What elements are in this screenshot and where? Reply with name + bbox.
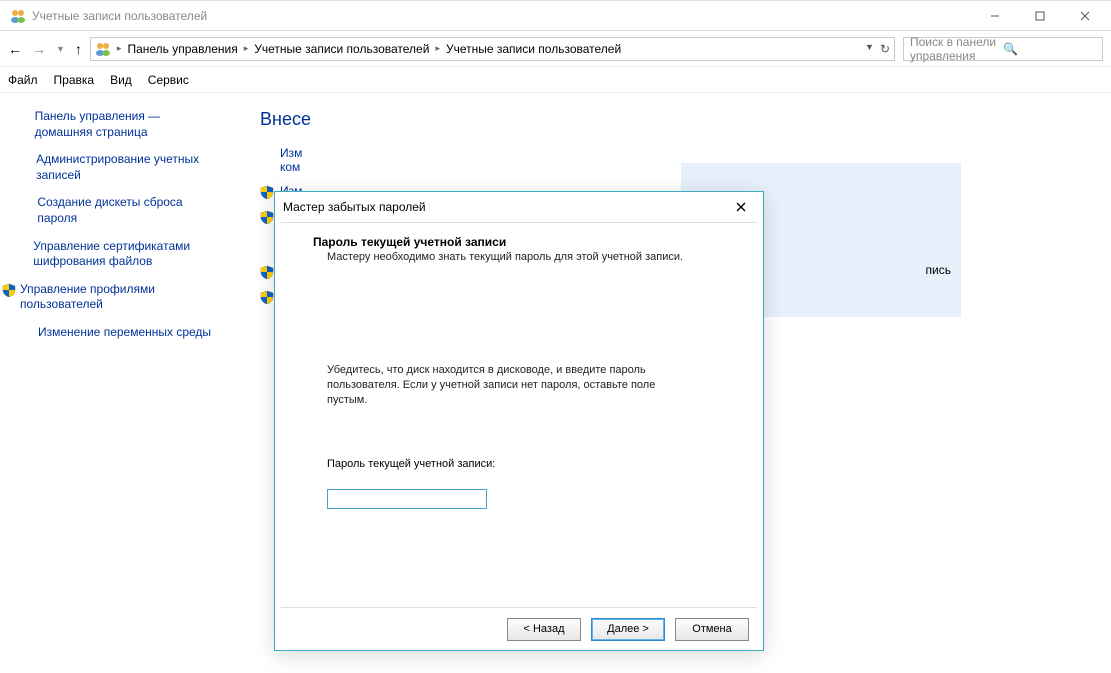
history-dropdown[interactable]: ▼: [56, 44, 65, 54]
password-input[interactable]: [327, 489, 487, 509]
menu-service[interactable]: Сервис: [148, 73, 189, 87]
close-icon: [736, 202, 746, 212]
menu-edit[interactable]: Правка: [54, 73, 95, 87]
sidebar: Панель управления — домашняя страница Ад…: [0, 93, 230, 673]
breadcrumb-item[interactable]: Панель управления: [127, 42, 237, 56]
search-input[interactable]: Поиск в панели управления 🔍: [903, 37, 1103, 61]
task-label: Изм: [280, 146, 302, 160]
menu-file[interactable]: Файл: [8, 73, 38, 87]
shield-icon: [260, 265, 274, 279]
breadcrumb-item[interactable]: Учетные записи пользователей: [446, 42, 621, 56]
dialog-footer: < Назад Далее > Отмена: [275, 608, 763, 650]
search-placeholder: Поиск в панели управления: [910, 35, 1003, 63]
breadcrumb-item[interactable]: Учетные записи пользователей: [254, 42, 429, 56]
dialog-instructions: Убедитесь, что диск находится в дисковод…: [327, 363, 657, 408]
dialog-subtext: Мастеру необходимо знать текущий пароль …: [327, 251, 737, 263]
content-area: Панель управления — домашняя страница Ад…: [0, 93, 1111, 673]
title-bar: Учетные записи пользователей: [0, 1, 1111, 31]
menu-view[interactable]: Вид: [110, 73, 132, 87]
sidebar-link-home[interactable]: Панель управления — домашняя страница: [20, 109, 230, 140]
menu-bar: Файл Правка Вид Сервис: [0, 67, 1111, 93]
dialog-body: Пароль текущей учетной записи Мастеру не…: [281, 222, 757, 608]
forward-button[interactable]: →: [32, 41, 46, 57]
sidebar-link-profiles[interactable]: Управление профилями пользователей: [2, 282, 230, 313]
sidebar-label: Управление сертификатами шифрования файл…: [33, 239, 218, 270]
sidebar-label: Администрирование учетных записей: [36, 152, 218, 183]
dialog-close-button[interactable]: [727, 196, 755, 218]
chevron-right-icon: ▸: [435, 43, 440, 54]
chevron-down-icon[interactable]: ▼: [865, 42, 874, 56]
cancel-button[interactable]: Отмена: [675, 618, 749, 641]
dialog-heading: Пароль текущей учетной записи: [313, 235, 737, 249]
back-button[interactable]: ←: [8, 41, 22, 57]
minimize-button[interactable]: [972, 2, 1017, 30]
sidebar-link-certs[interactable]: Управление сертификатами шифрования файл…: [20, 239, 230, 270]
password-label: Пароль текущей учетной записи:: [327, 458, 737, 470]
sidebar-link-env[interactable]: Изменение переменных среды: [20, 325, 230, 341]
main-window: Учетные записи пользователей ← → ▼ ↑ ▸ П…: [0, 0, 1111, 673]
sidebar-label: Изменение переменных среды: [38, 325, 211, 341]
shield-icon: [260, 210, 274, 224]
sidebar-link-reset-disk[interactable]: Создание дискеты сброса пароля: [20, 195, 230, 226]
users-icon: [95, 41, 111, 57]
chevron-right-icon: ▸: [244, 43, 249, 54]
dialog-title: Мастер забытых паролей: [283, 200, 426, 214]
page-heading: Внесе: [260, 109, 1081, 130]
up-button[interactable]: ↑: [75, 41, 82, 57]
window-title: Учетные записи пользователей: [32, 9, 972, 23]
maximize-button[interactable]: [1017, 2, 1062, 30]
users-icon: [10, 8, 26, 24]
shield-icon: [2, 283, 16, 297]
sidebar-link-admin[interactable]: Администрирование учетных записей: [20, 152, 230, 183]
nav-bar: ← → ▼ ↑ ▸ Панель управления ▸ Учетные за…: [0, 31, 1111, 67]
shield-icon: [260, 290, 274, 304]
next-button[interactable]: Далее >: [591, 618, 665, 641]
sidebar-label: Панель управления — домашняя страница: [35, 109, 218, 140]
wizard-dialog: Мастер забытых паролей Пароль текущей уч…: [274, 191, 764, 651]
back-button[interactable]: < Назад: [507, 618, 581, 641]
search-icon: 🔍: [1003, 42, 1096, 56]
close-button[interactable]: [1062, 2, 1107, 30]
task-label: ком: [280, 160, 300, 174]
sidebar-label: Управление профилями пользователей: [20, 282, 218, 313]
refresh-icon[interactable]: ↻: [880, 42, 890, 56]
dialog-title-bar[interactable]: Мастер забытых паролей: [275, 192, 763, 222]
address-bar[interactable]: ▸ Панель управления ▸ Учетные записи пол…: [90, 37, 895, 61]
sidebar-label: Создание дискеты сброса пароля: [37, 195, 218, 226]
chevron-right-icon: ▸: [117, 43, 122, 54]
shield-icon: [260, 185, 274, 199]
